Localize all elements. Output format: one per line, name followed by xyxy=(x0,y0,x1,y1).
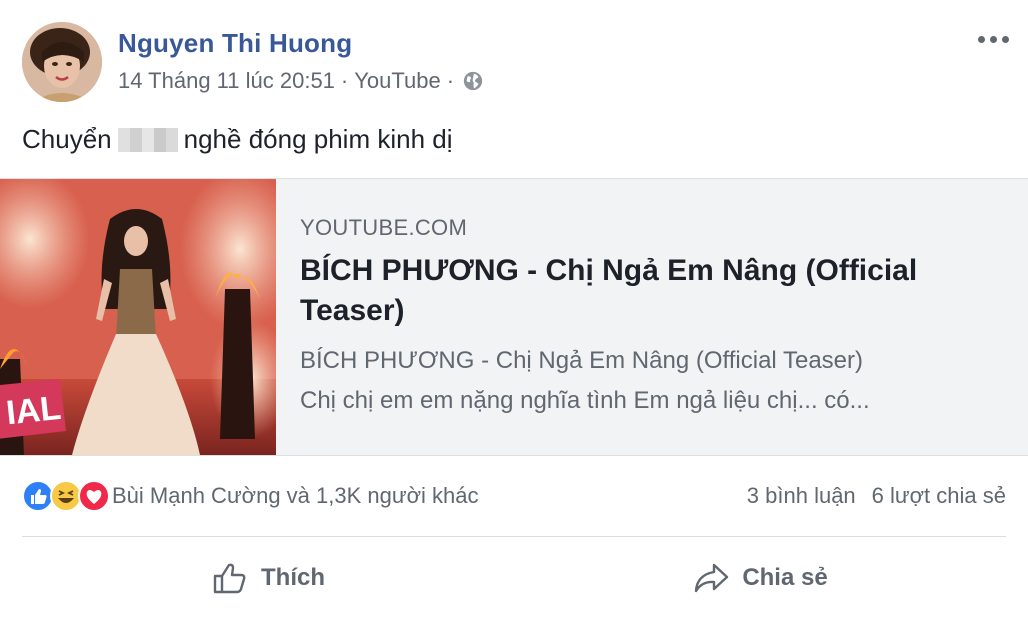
thumbs-up-icon xyxy=(213,563,246,594)
thumbnail-image: IAL xyxy=(0,179,276,455)
post-actions: Thích Chia sẻ xyxy=(22,548,1006,608)
reaction-icons xyxy=(22,480,110,512)
link-body: YOUTUBE.COM BÍCH PHƯƠNG - Chị Ngả Em Nân… xyxy=(276,179,1028,455)
globe-icon[interactable] xyxy=(462,70,484,92)
link-description-line: Chị chị em em nặng nghĩa tình Em ngả liệ… xyxy=(300,387,870,414)
blurred-word xyxy=(117,127,178,152)
share-arrow-icon xyxy=(695,563,729,593)
shares-count[interactable]: 6 lượt chia sẻ xyxy=(872,483,1006,509)
thumbnail-banner-text: IAL xyxy=(4,389,62,433)
like-label: Thích xyxy=(261,564,325,591)
post-text-end: nghề đóng phim kinh dị xyxy=(183,124,453,154)
link-domain: YOUTUBE.COM xyxy=(300,215,468,240)
post-stats: Bùi Mạnh Cường và 1,3K người khác 3 bình… xyxy=(22,478,1006,514)
post-meta: 14 Tháng 11 lúc 20:51 · YouTube · xyxy=(118,68,484,94)
dot xyxy=(990,35,997,43)
author-name[interactable]: Nguyen Thi Huong xyxy=(118,28,352,59)
comments-count[interactable]: 3 bình luận xyxy=(747,483,856,509)
avatar[interactable] xyxy=(22,22,102,102)
post-timestamp[interactable]: 14 Tháng 11 lúc 20:51 xyxy=(118,68,335,94)
divider xyxy=(22,536,1006,537)
video-thumbnail[interactable]: IAL xyxy=(0,179,276,455)
meta-separator: · xyxy=(340,68,349,93)
dot xyxy=(1002,35,1009,43)
more-options-icon[interactable] xyxy=(978,30,1014,48)
link-description: BÍCH PHƯƠNG - Chị Ngả Em Nâng (Official … xyxy=(300,341,990,421)
post-text: Chuyển nghề đóng phim kinh dị xyxy=(22,124,453,155)
share-label: Chia sẻ xyxy=(742,564,828,591)
reactions-text[interactable]: Bùi Mạnh Cường và 1,3K người khác xyxy=(112,483,479,509)
avatar-image xyxy=(22,22,102,102)
link-title[interactable]: BÍCH PHƯƠNG - Chị Ngả Em Nâng (Official … xyxy=(300,251,990,331)
post-source[interactable]: YouTube xyxy=(354,68,440,94)
meta-separator: · xyxy=(446,68,455,93)
link-description-line: BÍCH PHƯƠNG - Chị Ngả Em Nâng (Official … xyxy=(300,347,864,374)
post-text-start: Chuyển xyxy=(22,124,112,154)
share-button[interactable]: Chia sẻ xyxy=(514,548,1006,608)
love-icon xyxy=(78,480,110,512)
like-button[interactable]: Thích xyxy=(22,548,514,608)
reactions-summary[interactable]: Bùi Mạnh Cường và 1,3K người khác xyxy=(22,480,479,512)
dot xyxy=(978,35,985,43)
link-preview-card[interactable]: IAL YOUTUBE.COM BÍCH PHƯƠNG - Chị Ngả Em… xyxy=(0,178,1028,456)
engagement-counts: 3 bình luận 6 lượt chia sẻ xyxy=(747,483,1006,509)
